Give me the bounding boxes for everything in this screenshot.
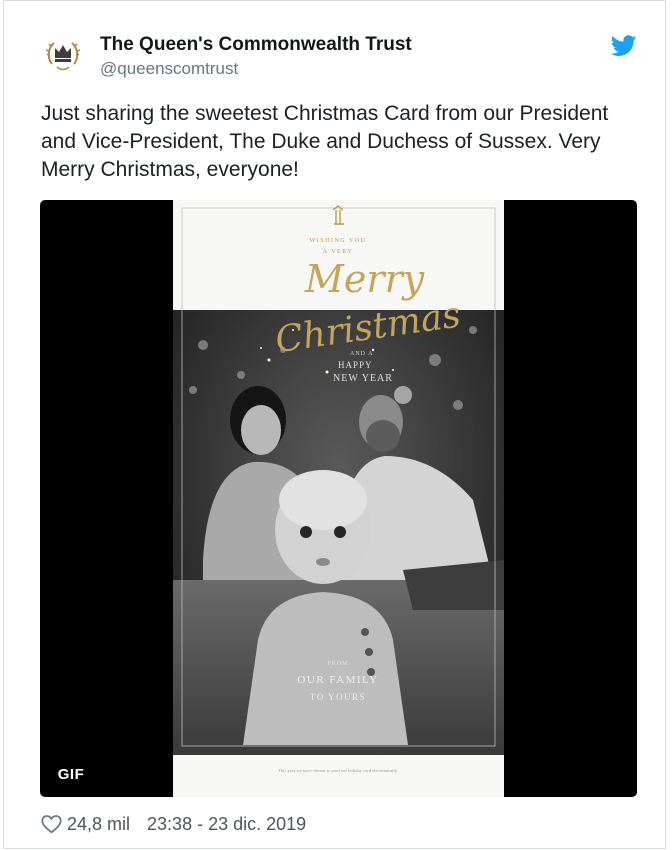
card-and-a: AND A (350, 351, 374, 357)
card-from: FROM (327, 661, 348, 667)
tweet-card: The Queen's Commonwealth Trust @queensco… (3, 0, 666, 849)
tweet-timestamp[interactable]: 23:38 - 23 dic. 2019 (147, 814, 306, 835)
gif-badge: GIF (49, 763, 93, 787)
card-footer-text: This year we have chosen to send our hol… (278, 768, 398, 773)
heart-icon (41, 815, 62, 834)
card-a-very: A VERY (323, 249, 353, 255)
author-avatar[interactable] (40, 34, 86, 80)
tweet-media-gif[interactable]: WISHING YOU A VERY Merry Christmas AND A… (40, 200, 637, 797)
christmas-card-image: WISHING YOU A VERY Merry Christmas AND A… (173, 200, 504, 797)
card-our-family: OUR FAMILY (297, 674, 378, 686)
card-to-yours: TO YOURS (310, 692, 366, 702)
tweet-text: Just sharing the sweetest Christmas Card… (41, 102, 609, 181)
card-happy: HAPPY (338, 360, 373, 370)
author-name[interactable]: The Queen's Commonwealth Trust (100, 34, 412, 56)
card-merry: Merry (304, 257, 425, 301)
like-button[interactable]: 24,8 mil (41, 814, 130, 835)
tweet-meta: 24,8 mil 23:38 - 23 dic. 2019 (41, 811, 306, 837)
card-wishing-you: WISHING YOU (310, 238, 367, 244)
card-new-year: NEW YEAR (333, 373, 393, 384)
twitter-bird-icon[interactable] (611, 35, 637, 57)
author-handle[interactable]: @queenscomtrust (100, 59, 238, 79)
like-count: 24,8 mil (67, 813, 131, 834)
